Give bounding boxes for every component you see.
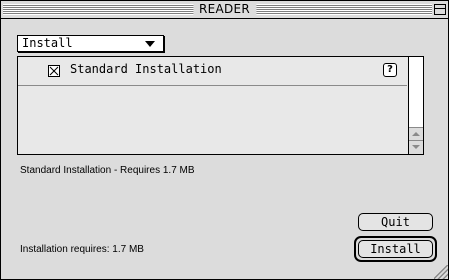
install-button[interactable]: Install (358, 240, 433, 258)
help-icon[interactable]: ? (383, 63, 397, 77)
checkbox-checked-icon[interactable] (48, 65, 60, 77)
resize-grip-icon[interactable] (434, 265, 448, 279)
title-bar[interactable]: READER (1, 1, 448, 19)
list-item[interactable]: Standard Installation ? (18, 57, 407, 86)
chevron-down-icon (145, 41, 155, 47)
component-description: Standard Installation - Requires 1.7 MB (20, 165, 195, 176)
window-title: READER (192, 2, 257, 17)
installer-window: READER Install Standard Installation ? S… (0, 0, 449, 280)
quit-button[interactable]: Quit (358, 213, 433, 231)
zoom-box-icon[interactable] (434, 4, 446, 15)
list-scrollbar[interactable] (408, 57, 423, 154)
scroll-up-arrow-icon (412, 132, 420, 136)
install-type-selected: Install (22, 36, 73, 50)
install-requirement: Installation requires: 1.7 MB (20, 244, 144, 255)
default-button-ring: Install (354, 236, 437, 262)
scroll-down-arrow-icon (412, 145, 420, 149)
components-list: Standard Installation ? (17, 56, 424, 155)
scroll-up-button[interactable] (409, 127, 423, 141)
component-label: Standard Installation (70, 62, 222, 76)
scroll-down-button[interactable] (409, 140, 423, 154)
install-type-popup[interactable]: Install (17, 35, 164, 52)
